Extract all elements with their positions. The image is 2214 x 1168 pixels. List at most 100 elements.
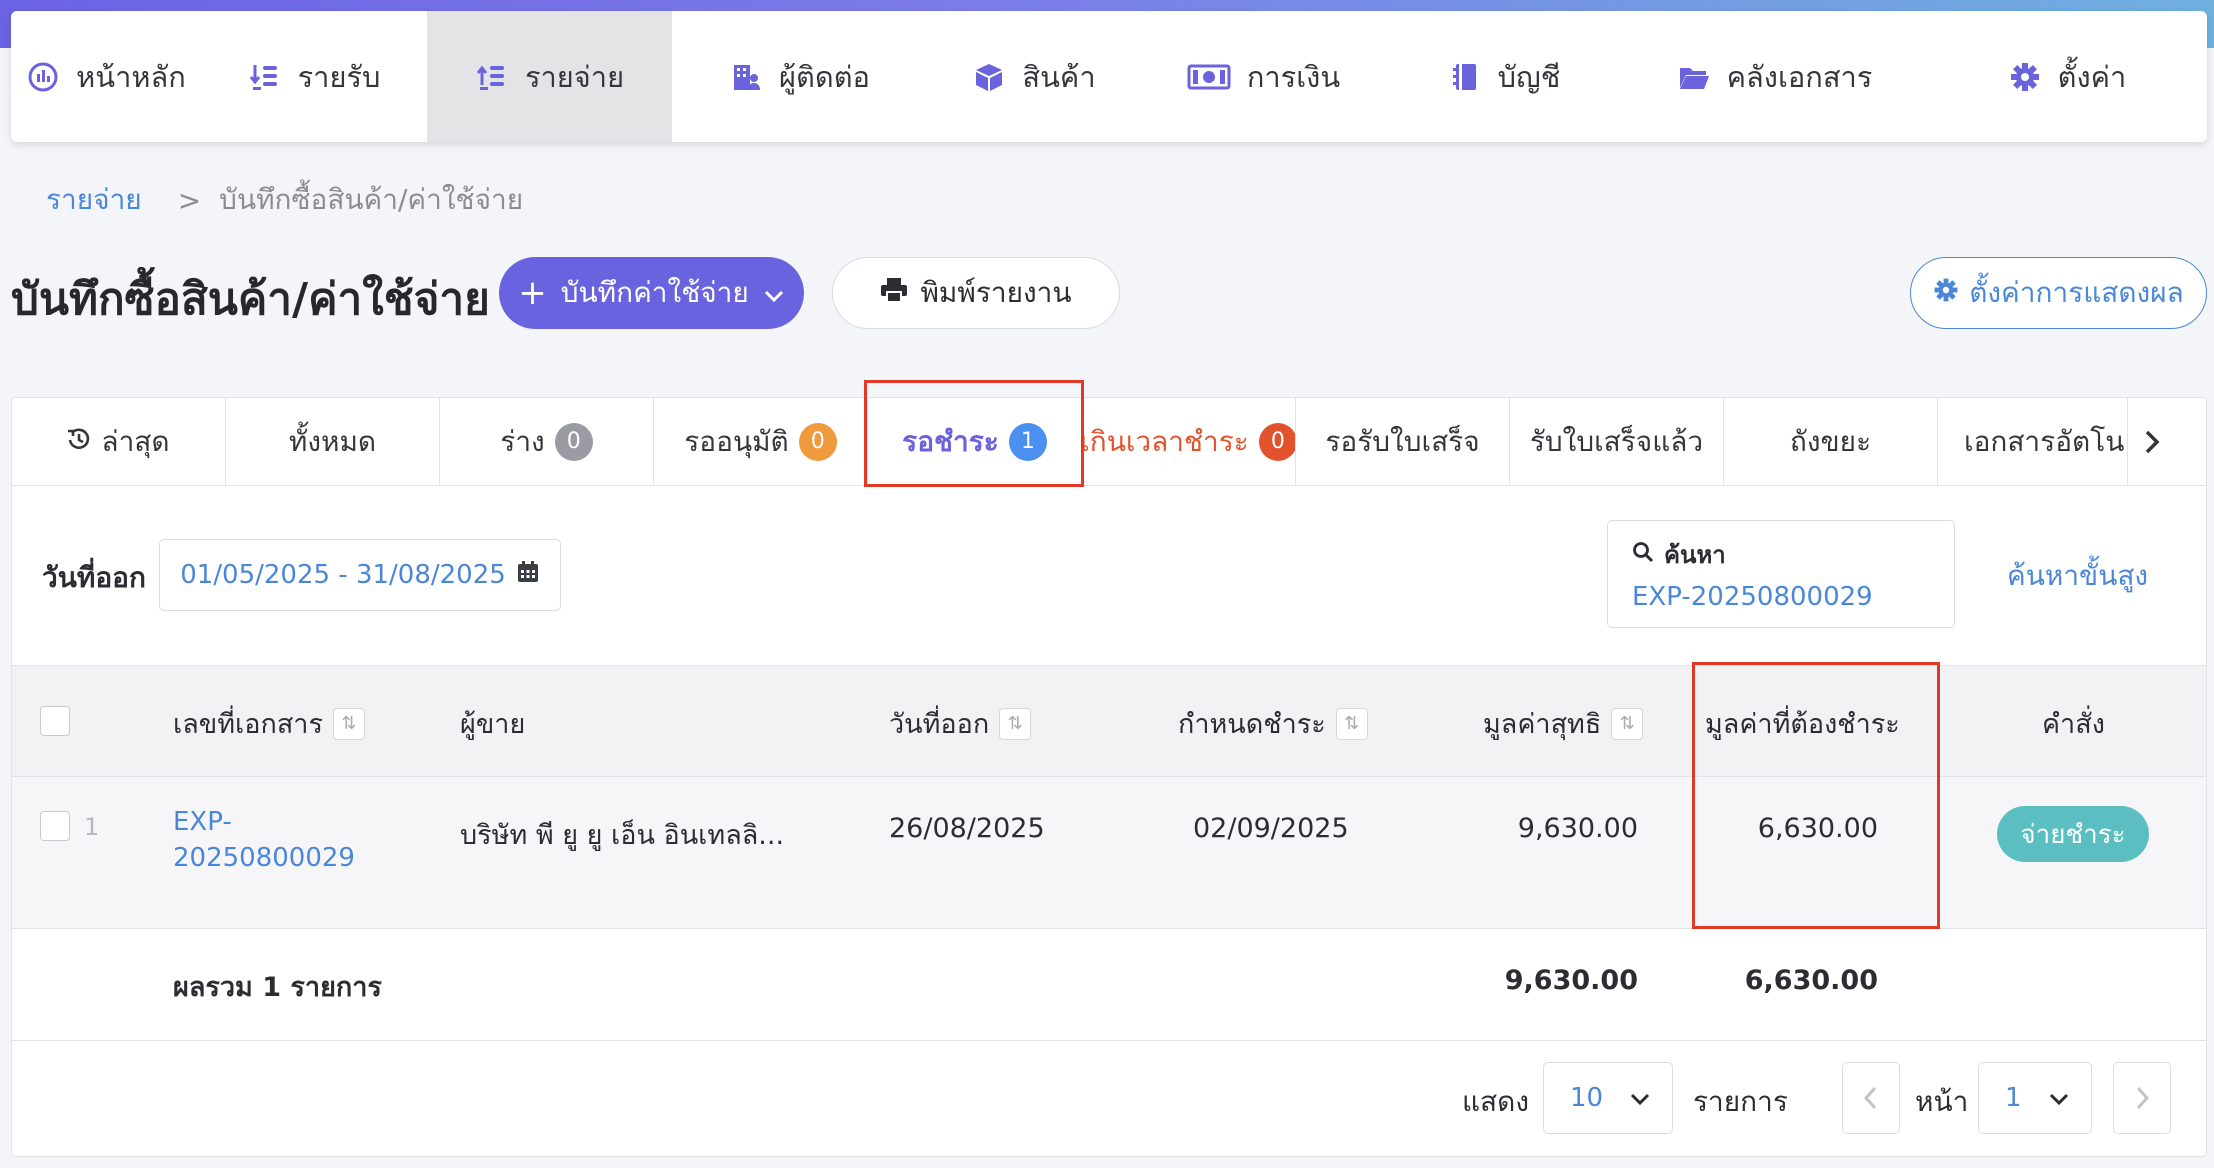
search-label-row: ค้นหา — [1632, 535, 1954, 574]
tab-awaiting-receipt[interactable]: รอรับใบเสร็จ — [1296, 398, 1510, 485]
sort-icon[interactable]: ⇅ — [1611, 707, 1644, 740]
search-input[interactable]: ค้นหา EXP-20250800029 — [1607, 520, 1955, 628]
amount-due-value: 6,630.00 — [1757, 813, 1878, 844]
issue-date-label: วันที่ออก — [42, 561, 146, 594]
chevron-down-icon — [2049, 1086, 2069, 1111]
add-expense-label: บันทึกค่าใช้จ่าย — [560, 276, 749, 309]
print-report-button[interactable]: พิมพ์รายงาน — [832, 257, 1120, 329]
breadcrumb: รายจ่าย > บันทึกซื้อสินค้า/ค่าใช้จ่าย — [46, 178, 523, 222]
chevron-down-icon — [763, 277, 785, 310]
nav-item-expense[interactable]: รายจ่าย — [427, 11, 672, 142]
breadcrumb-separator: > — [177, 183, 202, 217]
select-all-checkbox[interactable] — [40, 706, 70, 736]
printer-icon — [880, 277, 908, 310]
date-range-value: 01/05/2025 - 31/08/2025 — [180, 560, 506, 590]
income-list-icon — [248, 60, 282, 94]
ledger-book-icon — [1448, 60, 1482, 94]
nav-item-finance[interactable]: การเงิน — [1141, 11, 1386, 142]
tab-count-badge: 0 — [1258, 422, 1295, 461]
tab-pending-approval[interactable]: รออนุมัติ 0 — [654, 398, 868, 485]
col-net-value-label: มูลค่าสุทธิ — [1483, 709, 1602, 740]
tab-auto-documents[interactable]: เอกสารอัตโน — [1938, 398, 2128, 485]
next-page-button[interactable] — [2113, 1062, 2171, 1134]
nav-item-home[interactable]: หน้าหลัก — [11, 11, 201, 142]
tab-label: ถังขยะ — [1789, 424, 1872, 458]
doc-number-part-2: 20250800029 — [173, 843, 355, 873]
table-footer-totals: ผลรวม 1 รายการ 9,630.00 6,630.00 — [12, 929, 2206, 1041]
nav-item-contacts[interactable]: ผู้ติดต่อ — [672, 11, 927, 142]
sort-icon[interactable]: ⇅ — [999, 707, 1032, 740]
row-checkbox[interactable] — [40, 811, 70, 841]
search-icon — [1632, 541, 1654, 569]
net-total: 9,630.00 — [1504, 965, 1638, 996]
nav-item-label: การเงิน — [1246, 59, 1341, 94]
date-range-input[interactable]: 01/05/2025 - 31/08/2025 — [159, 539, 561, 611]
col-due-date[interactable]: กำหนดชำระ ⇅ — [1178, 702, 1368, 745]
tab-overdue[interactable]: เกินเวลาชำระ 0 — [1082, 398, 1296, 485]
nav-item-accounting[interactable]: บัญชี — [1386, 11, 1622, 142]
vendor-name: บริษัท พี ยู ยู เอ็น อินเทลลิ... — [460, 820, 785, 851]
display-settings-button[interactable]: ตั้งค่าการแสดงผล — [1910, 257, 2207, 329]
net-value: 9,630.00 — [1517, 813, 1638, 844]
tab-label: รออนุมัติ — [684, 424, 789, 458]
col-net-value[interactable]: มูลค่าสุทธิ ⇅ — [1483, 702, 1644, 745]
nav-item-products[interactable]: สินค้า — [927, 11, 1141, 142]
nav-item-documents[interactable]: คลังเอกสาร — [1622, 11, 1927, 142]
col-issue-date-label: วันที่ออก — [889, 709, 990, 740]
prev-page-button[interactable] — [1842, 1062, 1900, 1134]
doc-number-link[interactable]: EXP- 20250800029 — [173, 807, 355, 873]
breadcrumb-parent-link[interactable]: รายจ่าย — [46, 178, 142, 222]
nav-item-income[interactable]: รายรับ — [201, 11, 427, 142]
calendar-icon — [516, 560, 540, 591]
page-size-value: 10 — [1570, 1083, 1604, 1113]
nav-item-label: หน้าหลัก — [76, 59, 186, 94]
tab-awaiting-payment[interactable]: รอชำระ 1 — [868, 398, 1082, 485]
nav-item-settings[interactable]: ตั้งค่า — [1927, 11, 2207, 142]
tab-label: เกินเวลาชำระ — [1082, 424, 1249, 458]
tab-label: ร่าง — [500, 424, 545, 458]
print-report-label: พิมพ์รายงาน — [920, 276, 1072, 309]
history-icon — [67, 425, 91, 458]
tab-trash[interactable]: ถังขยะ — [1724, 398, 1938, 485]
contacts-building-icon — [729, 60, 763, 94]
col-due-date-label: กำหนดชำระ — [1178, 709, 1326, 740]
advanced-search-link[interactable]: ค้นหาขั้นสูง — [2007, 554, 2148, 598]
nav-item-label: บัญชี — [1497, 59, 1561, 94]
col-doc-no[interactable]: เลขที่เอกสาร ⇅ — [173, 702, 365, 745]
nav-item-label: รายจ่าย — [524, 59, 625, 94]
tab-receipt-received[interactable]: รับใบเสร็จแล้ว — [1510, 398, 1724, 485]
nav-item-label: สินค้า — [1022, 59, 1096, 94]
items-label: รายการ — [1693, 1085, 1788, 1118]
status-tabs: ล่าสุด ทั้งหมด ร่าง 0 รออนุมัติ 0 รอชำระ… — [12, 398, 2206, 486]
tab-label: รอชำระ — [902, 424, 999, 458]
plus-icon: + — [518, 273, 547, 313]
tab-latest[interactable]: ล่าสุด — [12, 398, 226, 485]
tab-label: ทั้งหมด — [288, 424, 377, 458]
nav-item-label: ผู้ติดต่อ — [779, 59, 870, 94]
breadcrumb-current: บันทึกซื้อสินค้า/ค่าใช้จ่าย — [219, 183, 524, 216]
col-vendor-label: ผู้ขาย — [460, 709, 526, 740]
page-size-select[interactable]: 10 — [1543, 1062, 1673, 1134]
col-action-label: คำสั่ง — [2042, 709, 2105, 740]
page-number-select[interactable]: 1 — [1978, 1062, 2092, 1134]
main-nav: หน้าหลัก รายรับ รายจ่าย ผู้ติดต่อ สินค้า… — [11, 11, 2207, 142]
tab-draft[interactable]: ร่าง 0 — [440, 398, 654, 485]
amount-due-total: 6,630.00 — [1744, 965, 1878, 996]
sort-icon[interactable]: ⇅ — [332, 707, 365, 740]
col-amount-due-label: มูลค่าที่ต้องชำระ — [1705, 709, 1900, 740]
display-settings-label: ตั้งค่าการแสดงผล — [1969, 276, 2184, 309]
tab-all[interactable]: ทั้งหมด — [226, 398, 440, 485]
sort-icon[interactable]: ⇅ — [1335, 707, 1368, 740]
totals-label: ผลรวม 1 รายการ — [173, 972, 382, 1003]
add-expense-button[interactable]: + บันทึกค่าใช้จ่าย — [499, 257, 804, 329]
col-amount-due: มูลค่าที่ต้องชำระ — [1705, 702, 1900, 745]
tab-count-badge: 0 — [798, 422, 837, 461]
tabs-scroll-right-icon[interactable] — [2128, 398, 2176, 485]
col-vendor: ผู้ขาย — [460, 702, 525, 745]
table-header: เลขที่เอกสาร ⇅ ผู้ขาย วันที่ออก ⇅ กำหนดช… — [12, 665, 2206, 777]
pay-button[interactable]: จ่ายชำระ — [1997, 806, 2149, 862]
page-label: หน้า — [1915, 1085, 1969, 1118]
due-date-value: 02/09/2025 — [1193, 813, 1349, 844]
col-issue-date[interactable]: วันที่ออก ⇅ — [889, 702, 1032, 745]
expense-list-icon — [475, 60, 509, 94]
